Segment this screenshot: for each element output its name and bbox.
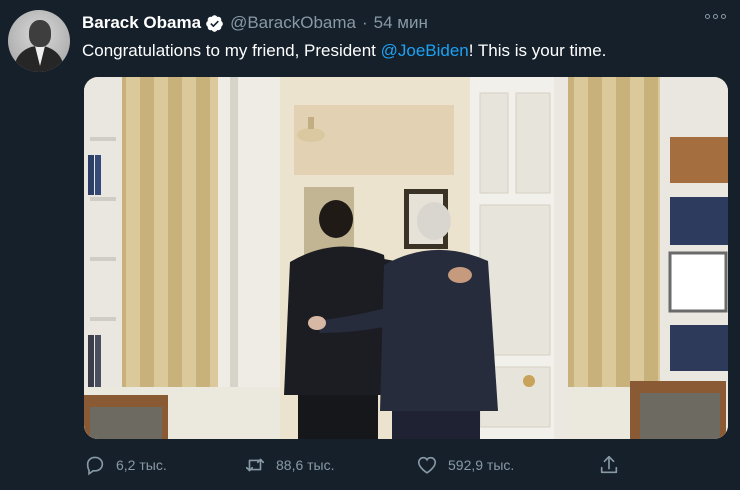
more-dot-2 — [713, 14, 718, 19]
tweet-text: Congratulations to my friend, President … — [82, 40, 722, 62]
tweet-card[interactable]: Barack Obama @BarackObama · 54 мин Congr… — [0, 0, 740, 490]
reply-icon — [86, 456, 104, 476]
share-button[interactable] — [598, 454, 630, 476]
like-count: 592,9 тыс. — [448, 457, 515, 473]
reply-count: 6,2 тыс. — [116, 457, 167, 473]
more-dot-1 — [705, 14, 710, 19]
more-dot-3 — [721, 14, 726, 19]
more-options-icon[interactable] — [705, 14, 726, 19]
reply-button[interactable]: 6,2 тыс. — [84, 454, 167, 476]
author-handle[interactable]: @BarackObama — [230, 13, 356, 33]
retweet-count: 88,6 тыс. — [276, 457, 335, 473]
tweet-photo[interactable] — [84, 77, 728, 439]
retweet-icon — [245, 458, 265, 472]
mention-link[interactable]: @JoeBiden — [381, 41, 469, 60]
share-icon — [600, 455, 618, 474]
verified-badge-icon — [206, 14, 223, 32]
retweet-button[interactable]: 88,6 тыс. — [244, 454, 335, 476]
tweet-timestamp[interactable]: 54 мин — [374, 13, 428, 33]
tweet-text-part-1: Congratulations to my friend, President — [82, 41, 381, 60]
photo-illustration — [84, 77, 728, 439]
heart-icon — [417, 456, 437, 474]
author-name[interactable]: Barack Obama — [82, 13, 201, 33]
tweet-actions: 6,2 тыс. 88,6 тыс. 592,9 тыс. — [0, 448, 740, 482]
avatar-head-shape — [29, 20, 51, 47]
tweet-header: Barack Obama @BarackObama · 54 мин — [82, 12, 428, 34]
avatar[interactable] — [8, 10, 70, 72]
separator-dot: · — [362, 13, 368, 32]
like-button[interactable]: 592,9 тыс. — [416, 454, 514, 476]
tweet-text-part-2: ! This is your time. — [468, 41, 607, 60]
